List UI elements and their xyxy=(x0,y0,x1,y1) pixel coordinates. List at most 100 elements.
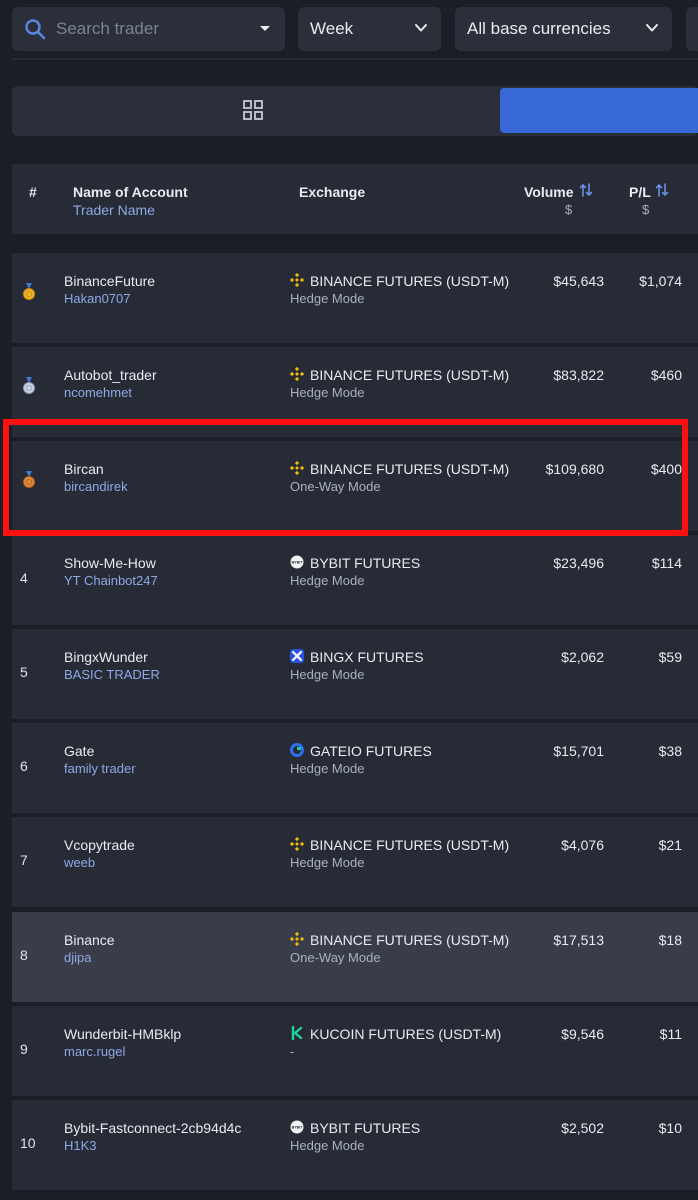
rank-number: 6 xyxy=(20,758,28,774)
exchange-name: BYBIT FUTURES xyxy=(310,555,421,571)
account-name[interactable]: Binance xyxy=(64,932,115,948)
view-toggle xyxy=(12,86,698,136)
rank-header: # xyxy=(29,184,37,200)
gateio-icon xyxy=(290,743,304,757)
trader-name[interactable]: BASIC TRADER xyxy=(64,667,160,682)
account-name[interactable]: Bircan xyxy=(64,461,104,477)
list-view-button[interactable] xyxy=(500,88,698,133)
base-currency-select[interactable]: All base currencies xyxy=(455,7,672,51)
pl-value: $21 xyxy=(658,837,682,853)
trader-name[interactable]: djipa xyxy=(64,950,91,965)
pl-value: $114 xyxy=(651,555,682,571)
trader-name[interactable]: family trader xyxy=(64,761,136,776)
table-row[interactable]: 10 Bybit-Fastconnect-2cb94d4c H1K3 BYBIT BYB… xyxy=(12,1100,698,1190)
position-mode: One-Way Mode xyxy=(290,479,381,494)
pl-unit: $ xyxy=(642,202,650,217)
exchange-name: BYBIT FUTURES xyxy=(310,1120,421,1136)
exchange-header[interactable]: Exchange xyxy=(299,184,365,200)
table-row[interactable]: Bircan bircandirek BINANCE FUTURES (USDT-M… xyxy=(12,441,698,531)
volume-value: $15,701 xyxy=(553,743,604,759)
period-value: Week xyxy=(310,19,354,38)
search-trader-input[interactable]: Search trader xyxy=(12,7,285,51)
trader-name[interactable]: Hakan0707 xyxy=(64,291,131,306)
rank-number: 5 xyxy=(20,664,28,680)
volume-value: $109,680 xyxy=(545,461,604,477)
base-currency-value: All base currencies xyxy=(467,19,611,38)
trader-name[interactable]: bircandirek xyxy=(64,479,128,494)
trader-name[interactable]: weeb xyxy=(64,855,95,870)
gold-medal-icon xyxy=(22,283,36,306)
position-mode: One-Way Mode xyxy=(290,950,381,965)
account-name[interactable]: Show-Me-How xyxy=(64,555,156,571)
account-name[interactable]: BinanceFuture xyxy=(64,273,155,289)
trader-name[interactable]: YT Chainbot247 xyxy=(64,573,158,588)
volume-value: $4,076 xyxy=(561,837,604,853)
rank-number: 4 xyxy=(20,570,28,586)
chevron-down-icon xyxy=(646,24,658,32)
grid-view-icon[interactable] xyxy=(243,100,263,120)
trader-name[interactable]: marc.rugel xyxy=(64,1044,125,1059)
volume-value: $23,496 xyxy=(553,555,604,571)
exchange-name: GATEIO FUTURES xyxy=(310,743,432,759)
kucoin-icon xyxy=(290,1025,304,1041)
sort-icon[interactable] xyxy=(655,182,669,198)
account-name[interactable]: BingxWunder xyxy=(64,649,148,665)
more-filter-select[interactable] xyxy=(686,7,698,51)
table-row[interactable]: Autobot_trader ncomehmet BINANCE FUTURES (… xyxy=(12,347,698,437)
pl-value: $10 xyxy=(658,1120,682,1136)
exchange-name: BINANCE FUTURES (USDT-M) xyxy=(310,367,510,383)
table-row[interactable]: 9 Wunderbit-HMBklp marc.rugel KUCOIN FUTURE… xyxy=(12,1006,698,1096)
binance-icon xyxy=(289,366,305,382)
rank-number: 8 xyxy=(20,947,28,963)
table-row[interactable]: 8 Binance djipa BINANCE FUTURES (USDT-M) One… xyxy=(12,912,698,1002)
period-select[interactable]: Week xyxy=(298,7,441,51)
volume-header[interactable]: Volume xyxy=(524,184,574,200)
search-placeholder: Search trader xyxy=(56,19,159,38)
svg-text:BYBIT: BYBIT xyxy=(292,561,304,565)
table-row[interactable]: 6 Gate family trader GATEIO FUTURES Hedge Mo… xyxy=(12,723,698,813)
table-row[interactable]: 4 Show-Me-How YT Chainbot247 BYBIT BYBIT FUT… xyxy=(12,535,698,625)
account-header[interactable]: Name of Account xyxy=(73,184,188,200)
volume-value: $17,513 xyxy=(553,932,604,948)
exchange-name: KUCOIN FUTURES (USDT-M) xyxy=(310,1026,502,1042)
volume-unit: $ xyxy=(565,202,573,217)
pl-value: $11 xyxy=(659,1026,682,1042)
caret-down-icon[interactable] xyxy=(257,20,273,36)
binance-icon xyxy=(289,836,305,852)
rank-number: 9 xyxy=(20,1041,28,1057)
position-mode: Hedge Mode xyxy=(290,1138,365,1153)
exchange-name: BINANCE FUTURES (USDT-M) xyxy=(310,273,510,289)
account-name[interactable]: Gate xyxy=(64,743,94,759)
trader-name-subheader: Trader Name xyxy=(73,202,155,218)
trader-name[interactable]: H1K3 xyxy=(64,1138,97,1153)
bybit-icon: BYBIT xyxy=(290,1120,304,1134)
silver-medal-icon xyxy=(22,377,36,400)
trader-name[interactable]: ncomehmet xyxy=(64,385,132,400)
account-name[interactable]: Wunderbit-HMBklp xyxy=(64,1026,181,1042)
sort-icon[interactable] xyxy=(579,182,593,198)
volume-value: $2,062 xyxy=(561,649,604,665)
account-name[interactable]: Bybit-Fastconnect-2cb94d4c xyxy=(64,1120,241,1136)
pl-value: $38 xyxy=(658,743,682,759)
position-mode: Hedge Mode xyxy=(290,573,365,588)
binance-icon xyxy=(289,460,305,476)
table-row[interactable]: 5 BingxWunder BASIC TRADER BINGX FUTURES Hed… xyxy=(12,629,698,719)
pl-value: $400 xyxy=(650,461,682,477)
exchange-name: BINANCE FUTURES (USDT-M) xyxy=(310,461,510,477)
filter-divider xyxy=(12,58,698,60)
position-mode: Hedge Mode xyxy=(290,667,365,682)
table-row[interactable]: BinanceFuture Hakan0707 BINANCE FUTURES (U… xyxy=(12,253,698,343)
bingx-icon xyxy=(290,649,304,663)
bybit-icon: BYBIT xyxy=(290,555,304,569)
filter-bar: Search trader Week All base currencies xyxy=(0,0,698,64)
position-mode: Hedge Mode xyxy=(290,761,365,776)
position-mode: - xyxy=(290,1044,295,1059)
account-name[interactable]: Vcopytrade xyxy=(64,837,135,853)
svg-text:BYBIT: BYBIT xyxy=(292,1126,304,1130)
bronze-medal-icon xyxy=(22,471,36,494)
pl-value: $59 xyxy=(658,649,682,665)
table-row[interactable]: 7 Vcopytrade weeb BINANCE FUTURES (USDT-M) H… xyxy=(12,817,698,907)
binance-icon xyxy=(289,272,305,288)
pl-header[interactable]: P/L xyxy=(629,184,651,200)
account-name[interactable]: Autobot_trader xyxy=(64,367,157,383)
